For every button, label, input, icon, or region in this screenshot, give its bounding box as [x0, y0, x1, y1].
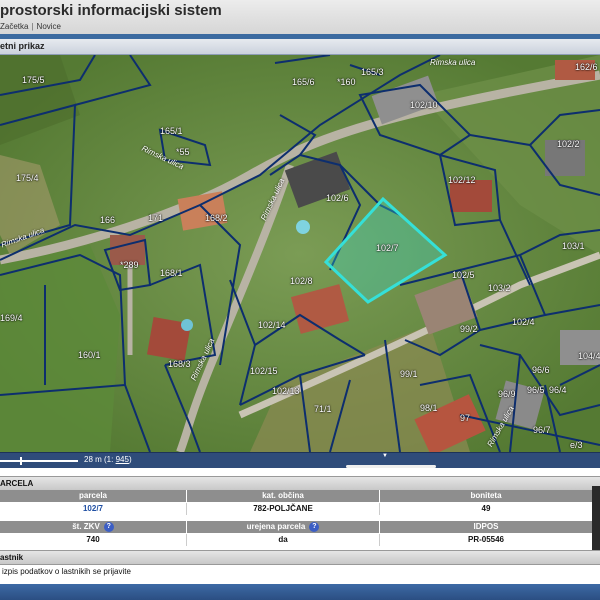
parcel-label[interactable]: 171: [148, 213, 163, 223]
parcel-label[interactable]: 96/4: [549, 385, 567, 395]
parcel-label[interactable]: 96/9: [498, 389, 516, 399]
value-urejena-parcela: da: [187, 534, 380, 546]
scale-distance: 28 m (1:: [84, 455, 114, 464]
parcel-label[interactable]: 102/5: [452, 270, 475, 280]
parcel-label[interactable]: *55: [176, 147, 190, 157]
parcel-label-selected[interactable]: 102/7: [376, 243, 399, 253]
parcel-label[interactable]: 98/1: [420, 403, 438, 413]
col-header-st-zkv: št. ZKV?: [0, 521, 187, 533]
scale-text: 28 m (1: 945): [84, 455, 132, 464]
scale-bar: 28 m (1: 945) ▼: [0, 452, 600, 468]
col-header-idpos: IDPOS: [380, 521, 593, 533]
value-boniteta: 49: [380, 503, 593, 515]
parcel-label[interactable]: 165/1: [160, 126, 183, 136]
parcel-label[interactable]: 96/7: [533, 425, 551, 435]
parcel-label[interactable]: 97: [460, 413, 470, 423]
app-title: prostorski informacijski sistem: [0, 2, 222, 19]
parcel-label[interactable]: 168/3: [168, 359, 191, 369]
table-header-row: parcela kat. občina boniteta: [0, 490, 600, 502]
col-header-kat-obcina: kat. občina: [187, 490, 380, 502]
nav-link-start[interactable]: Začetka: [0, 22, 28, 31]
parcel-label[interactable]: 102/2: [557, 139, 580, 149]
parcel-label[interactable]: 102/13: [272, 386, 300, 396]
col-header-urejena-label: urejena parcela: [246, 522, 306, 531]
col-header-urejena-parcela: urejena parcela?: [187, 521, 380, 533]
parcel-label[interactable]: 168/2: [205, 213, 228, 223]
col-header-st-zkv-label: št. ZKV: [72, 522, 100, 531]
scale-slider-handle[interactable]: [20, 457, 22, 465]
parcel-label[interactable]: 103/2: [488, 283, 511, 293]
parcel-label[interactable]: 175/4: [16, 173, 39, 183]
scale-suffix: ): [128, 455, 132, 464]
value-idpos: PR-05546: [380, 534, 593, 546]
parcel-label[interactable]: *289: [120, 260, 139, 270]
collapse-arrow-icon[interactable]: ▼: [382, 453, 388, 459]
parcel-label[interactable]: 102/14: [258, 320, 286, 330]
parcel-label[interactable]: 99/2: [460, 324, 478, 334]
parcel-label[interactable]: 71/1: [314, 404, 332, 414]
help-icon[interactable]: ?: [103, 521, 114, 532]
parcel-label[interactable]: 104/4: [578, 351, 600, 361]
map-view[interactable]: Rimska ulica Rimska ulica Rimska ulica R…: [0, 55, 600, 452]
owner-info: izpis podatkov o lastnikih se prijavite: [0, 565, 600, 579]
map-panel-title: etni prikaz: [0, 39, 600, 55]
parcel-label[interactable]: 165/6: [292, 77, 315, 87]
app-header: prostorski informacijski sistem Začetka |…: [0, 0, 600, 35]
parcel-label[interactable]: 160/1: [78, 350, 101, 360]
value-st-zkv: 740: [0, 534, 187, 546]
parcel-label[interactable]: *160: [337, 77, 356, 87]
scale-ratio-link[interactable]: 945: [116, 455, 129, 464]
col-header-parcela: parcela: [0, 490, 187, 502]
parcel-label[interactable]: 165/3: [361, 67, 384, 77]
parcel-label[interactable]: 162/6: [575, 62, 598, 72]
parcel-label[interactable]: 96/5: [527, 385, 545, 395]
owner-login-text: izpis podatkov o lastnikih se prijavite: [2, 567, 131, 576]
value-kat-obcina: 782-POLJČANE: [187, 503, 380, 515]
table-row: 102/7 782-POLJČANE 49: [0, 503, 600, 515]
footer-bar: [0, 584, 600, 600]
table-row: 740 da PR-05546: [0, 534, 600, 546]
parcel-label[interactable]: 102/8: [290, 276, 313, 286]
nav-separator: |: [31, 22, 34, 31]
owner-section-header[interactable]: astnik: [0, 550, 600, 565]
col-header-boniteta: boniteta: [380, 490, 593, 502]
value-parcela[interactable]: 102/7: [0, 503, 187, 515]
parcel-label[interactable]: 96/6: [532, 365, 550, 375]
parcela-section-header[interactable]: ARCELA: [0, 476, 600, 491]
parcel-label[interactable]: 103/1: [562, 241, 585, 251]
parcel-label[interactable]: 99/1: [400, 369, 418, 379]
panel-resize-handle[interactable]: [346, 465, 436, 468]
street-label: Rimska ulica: [430, 58, 476, 67]
top-nav: Začetka | Novice: [0, 22, 61, 31]
table-header-row: št. ZKV? urejena parcela? IDPOS: [0, 521, 600, 533]
nav-link-news[interactable]: Novice: [37, 22, 61, 31]
parcel-label[interactable]: 102/12: [448, 175, 476, 185]
parcel-label[interactable]: 102/4: [512, 317, 535, 327]
parcel-label[interactable]: 175/5: [22, 75, 45, 85]
parcel-label[interactable]: e/3: [570, 440, 583, 450]
parcel-label[interactable]: 166: [100, 215, 115, 225]
parcel-label[interactable]: 169/4: [0, 313, 23, 323]
field-patch: [0, 245, 120, 452]
help-icon[interactable]: ?: [309, 521, 320, 532]
parcel-label[interactable]: 168/1: [160, 268, 183, 278]
parcel-label[interactable]: 102/10: [410, 100, 438, 110]
scale-ruler: [0, 457, 78, 465]
parcel-label[interactable]: 102/15: [250, 366, 278, 376]
parcel-label[interactable]: 102/6: [326, 193, 349, 203]
